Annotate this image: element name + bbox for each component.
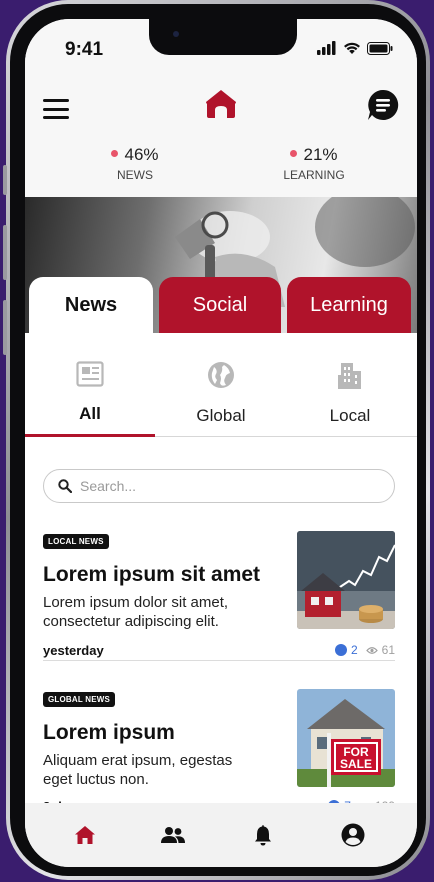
sub-tab-local-label: Local (329, 406, 371, 425)
article-badge: GLOBAL NEWS (43, 692, 116, 707)
house-chart-image (297, 531, 395, 629)
bell-icon (255, 825, 271, 846)
phone-screen: 9:41 46% NEWS 21% LEARNING News Social L… (25, 19, 417, 867)
battery-icon (367, 41, 393, 55)
sub-tab-global-label: Global (196, 406, 246, 425)
volume-down-button (3, 300, 7, 355)
article-meta: 2 61 (334, 643, 395, 657)
building-icon (338, 363, 361, 389)
tab-news[interactable]: News (29, 277, 153, 333)
status-icons (317, 41, 393, 55)
article-time: yesterday (43, 643, 104, 658)
volume-up-button (3, 225, 7, 280)
newspaper-icon (76, 361, 104, 387)
view-count: 61 (381, 643, 395, 657)
search-icon (58, 479, 72, 493)
status-time: 9:41 (65, 39, 104, 60)
phone-frame: 9:41 46% NEWS 21% LEARNING News Social L… (6, 0, 430, 880)
article-summary: Lorem ipsum dolor sit amet, consectetur … (43, 594, 229, 630)
nav-users[interactable] (159, 821, 187, 849)
stat-learning-label: LEARNING (283, 168, 345, 182)
home-icon (75, 826, 95, 844)
tab-social[interactable]: Social (159, 277, 281, 333)
chat-icon[interactable] (367, 89, 399, 121)
eye-icon (365, 646, 378, 654)
users-icon (161, 827, 185, 843)
active-tab-underline (25, 434, 155, 437)
article-badge: LOCAL NEWS (43, 534, 109, 549)
signal-icon (317, 41, 336, 55)
menu-icon[interactable] (43, 99, 69, 119)
article-card[interactable]: GLOBAL NEWS Lorem ipsum Aliquam erat ips… (43, 689, 395, 817)
stat-dot (290, 150, 298, 158)
sub-tabs: All Global Local (25, 333, 417, 437)
wifi-icon (344, 42, 360, 54)
nav-profile[interactable] (339, 821, 367, 849)
sub-tab-local[interactable]: Local (285, 361, 415, 426)
sub-tab-all[interactable]: All (25, 361, 155, 424)
app-header (25, 67, 417, 135)
stat-news-label: NEWS (117, 168, 153, 182)
stat-learning: 21% LEARNING (269, 145, 359, 182)
bottom-nav (25, 803, 417, 867)
article-card[interactable]: LOCAL NEWS Lorem ipsum sit amet Lorem ip… (43, 531, 395, 661)
search-input[interactable] (80, 478, 360, 494)
stat-news-value: 46% (124, 145, 159, 164)
svg-text:SALE: SALE (340, 757, 372, 771)
main-tabs: News Social Learning (25, 277, 417, 333)
for-sale-house-image: FOR SALE (297, 689, 395, 787)
profile-icon (341, 823, 365, 847)
article-summary: Aliquam erat ipsum, egestas eget luctus … (43, 752, 233, 788)
nav-home[interactable] (71, 821, 99, 849)
camera-dot (173, 31, 179, 37)
stat-learning-value: 21% (303, 145, 338, 164)
stat-dot (111, 150, 119, 158)
silent-switch (3, 165, 7, 195)
thumbs-up-icon[interactable] (334, 644, 347, 656)
sub-tab-global[interactable]: Global (156, 361, 286, 426)
like-count: 2 (350, 643, 358, 657)
status-bar: 9:41 (25, 19, 417, 67)
search-bar[interactable] (43, 469, 395, 503)
sub-tab-all-label: All (79, 404, 101, 423)
stat-news: 46% NEWS (95, 145, 175, 182)
tab-learning[interactable]: Learning (287, 277, 411, 333)
notch (149, 19, 297, 55)
home-logo-icon (206, 90, 236, 118)
globe-icon (208, 362, 234, 388)
nav-notifications[interactable] (249, 821, 277, 849)
phone-bezel: 9:41 46% NEWS 21% LEARNING News Social L… (10, 4, 426, 876)
stats-row: 46% NEWS 21% LEARNING (25, 135, 417, 197)
